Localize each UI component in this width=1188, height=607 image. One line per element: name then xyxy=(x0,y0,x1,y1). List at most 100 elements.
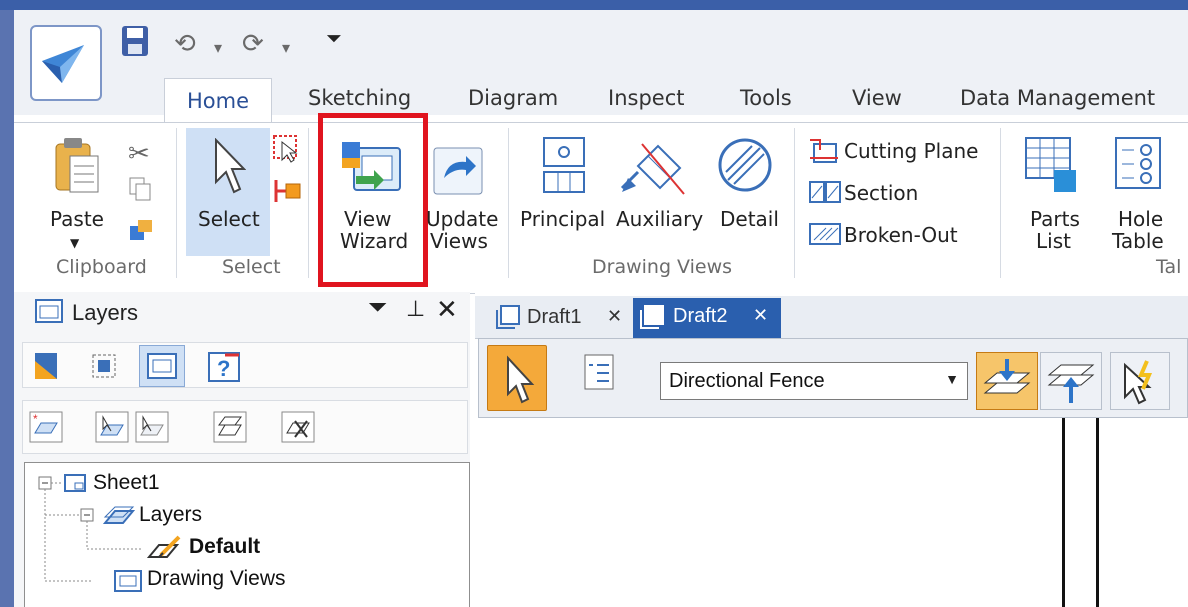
edgebar-tab-icon[interactable] xyxy=(33,351,59,386)
layers-panel-title: Layers xyxy=(72,300,139,325)
select-arrow-icon xyxy=(507,355,535,404)
select-label[interactable]: Select xyxy=(198,208,260,230)
show-layer-icon[interactable] xyxy=(95,411,129,448)
paste-dropdown-icon[interactable]: ▼ xyxy=(70,232,79,254)
parts-list-icon[interactable] xyxy=(1024,136,1080,203)
panel-options-icon[interactable]: ⏷ xyxy=(368,294,387,322)
section-icon[interactable] xyxy=(808,178,842,211)
detail-view-icon[interactable] xyxy=(716,136,774,199)
auxiliary-view-icon[interactable] xyxy=(618,136,688,203)
auxiliary-label[interactable]: Auxiliary xyxy=(616,208,703,230)
groups-tab-icon[interactable] xyxy=(89,351,119,386)
tab-inspect[interactable]: Inspect xyxy=(608,86,684,110)
hide-layer-icon[interactable] xyxy=(135,411,169,448)
window-left-border xyxy=(0,10,14,607)
parts-list-label-line1[interactable]: Parts xyxy=(1030,208,1080,230)
separator xyxy=(1000,128,1001,278)
hole-table-label-line1[interactable]: Hole xyxy=(1118,208,1163,230)
drawing-views-node-icon xyxy=(103,569,143,598)
delete-layer-icon[interactable] xyxy=(281,411,315,448)
app-logo-icon xyxy=(42,45,84,83)
select-fence-icon[interactable] xyxy=(272,134,302,169)
select-arrow-icon[interactable] xyxy=(210,137,247,201)
layers-tab-icon[interactable] xyxy=(139,345,185,387)
layers-tab-row: ? xyxy=(22,342,468,388)
tree-item-sheet1[interactable]: Sheet1 xyxy=(93,471,160,495)
selection-filter-combo[interactable]: Directional Fence ▼ xyxy=(660,362,968,400)
hole-table-label-line2[interactable]: Table xyxy=(1112,230,1164,252)
cutting-plane-icon[interactable] xyxy=(808,136,840,171)
tab-sketching[interactable]: Sketching xyxy=(308,86,411,110)
layer-select-icon xyxy=(983,359,1031,394)
paste-icon[interactable] xyxy=(52,136,102,201)
svg-text:*: * xyxy=(33,412,38,426)
separator xyxy=(176,128,177,278)
layer-up-icon xyxy=(1047,364,1095,403)
tree-item-layers[interactable]: Layers xyxy=(139,503,202,527)
principal-label[interactable]: Principal xyxy=(520,208,605,230)
undo-icon[interactable]: ⟲ xyxy=(174,28,196,59)
chevron-down-icon[interactable]: ▼ xyxy=(945,371,959,387)
update-views-label-line1[interactable]: Update xyxy=(426,208,498,230)
tab-home[interactable]: Home xyxy=(164,78,273,126)
layers-command-row: * xyxy=(22,400,468,454)
parts-list-label-line2[interactable]: List xyxy=(1036,230,1071,252)
undo-dropdown-icon[interactable]: ▾ xyxy=(214,38,222,58)
select-tool-button[interactable] xyxy=(487,345,547,411)
select-group-label: Select xyxy=(222,256,281,278)
hole-table-icon[interactable] xyxy=(1114,136,1164,197)
update-views-icon[interactable] xyxy=(430,144,486,203)
layers-panel-header: Layers ⏷ ⊥ ✕ xyxy=(22,294,470,330)
help-tab-icon[interactable]: ? xyxy=(207,349,241,388)
detail-label[interactable]: Detail xyxy=(720,208,779,230)
copy-icon[interactable] xyxy=(128,176,152,207)
close-draft1-icon[interactable]: ✕ xyxy=(607,306,622,327)
tab-view[interactable]: View xyxy=(852,86,902,110)
select-options-icon[interactable] xyxy=(581,353,617,398)
redo-icon[interactable]: ⟳ xyxy=(242,28,264,59)
solid-edge-window: ⟲ ▾ ⟳ ▾ ⏷ Home Sketching Diagram Inspect… xyxy=(0,0,1188,607)
tab-draft1[interactable]: Draft1 xyxy=(527,306,581,329)
separator xyxy=(794,128,795,278)
close-icon[interactable]: ✕ xyxy=(436,294,458,325)
tab-diagram[interactable]: Diagram xyxy=(468,86,558,110)
select-all-layers-button[interactable] xyxy=(1040,352,1102,410)
separator xyxy=(308,128,309,278)
active-layer-icon xyxy=(146,535,183,566)
tab-draft2[interactable]: Draft2 xyxy=(673,305,727,328)
tab-tools[interactable]: Tools xyxy=(740,86,792,110)
sheet-border-line xyxy=(1096,418,1099,607)
redo-dropdown-icon[interactable]: ▾ xyxy=(282,38,290,58)
save-icon[interactable] xyxy=(120,24,150,65)
layers-node-icon xyxy=(102,505,136,532)
paste-label[interactable]: Paste xyxy=(50,208,104,230)
cut-icon[interactable]: ✂ xyxy=(128,138,150,169)
view-wizard-highlight-box xyxy=(318,113,428,287)
new-layer-icon[interactable]: * xyxy=(29,411,63,448)
select-layers-button[interactable] xyxy=(976,352,1038,410)
tree-item-default[interactable]: Default xyxy=(189,535,260,559)
broken-out-label[interactable]: Broken-Out xyxy=(844,224,958,246)
drawing-views-group-label: Drawing Views xyxy=(592,256,733,278)
tab-data-management[interactable]: Data Management xyxy=(960,86,1155,110)
customize-qat-icon[interactable]: ⏷ xyxy=(326,28,342,51)
quick-pick-button[interactable] xyxy=(1110,352,1170,410)
cutting-plane-label[interactable]: Cutting Plane xyxy=(844,140,978,162)
tree-item-drawing-views[interactable]: Drawing Views xyxy=(147,567,286,591)
draft1-tab-icon xyxy=(495,304,521,335)
move-to-layer-icon[interactable] xyxy=(213,411,247,448)
broken-out-icon[interactable] xyxy=(808,220,842,253)
separator xyxy=(508,128,509,278)
layers-tree: Sheet1 Layers Default Drawing Views xyxy=(24,462,470,607)
select-handle-icon[interactable] xyxy=(272,176,302,211)
application-button[interactable] xyxy=(30,25,102,101)
update-views-label-line2[interactable]: Views xyxy=(430,230,488,252)
section-label[interactable]: Section xyxy=(844,182,918,204)
sheet-border-line xyxy=(1062,418,1065,607)
pin-icon[interactable]: ⊥ xyxy=(406,296,425,322)
format-painter-icon[interactable] xyxy=(128,216,156,249)
sheet-icon xyxy=(63,473,87,500)
close-draft2-icon[interactable]: ✕ xyxy=(753,305,768,326)
principal-view-icon[interactable] xyxy=(540,136,588,201)
tab-draft2-active[interactable]: Draft2 ✕ xyxy=(633,298,781,338)
